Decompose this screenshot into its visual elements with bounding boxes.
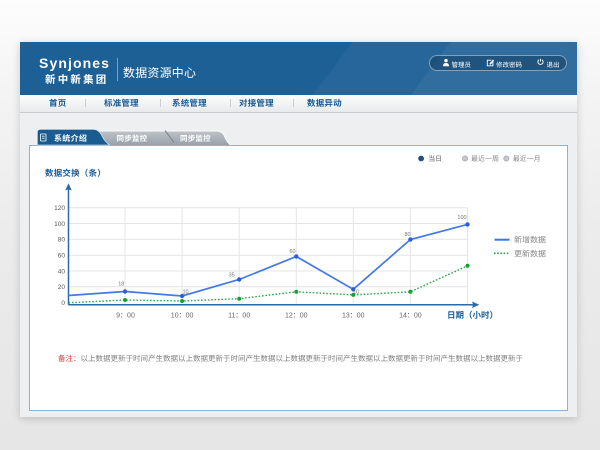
- svg-text:35: 35: [229, 272, 235, 278]
- svg-text:60: 60: [58, 253, 66, 260]
- svg-text:20: 20: [58, 284, 66, 291]
- svg-text:60: 60: [289, 249, 295, 255]
- svg-text:9：00: 9：00: [116, 312, 135, 319]
- svg-text:更新数据: 更新数据: [514, 249, 546, 258]
- svg-text:数据交换（条）: 数据交换（条）: [45, 168, 106, 178]
- svg-text:10：00: 10：00: [171, 312, 194, 319]
- svg-text:18: 18: [118, 282, 124, 288]
- svg-text:100: 100: [54, 221, 65, 228]
- svg-text:120: 120: [54, 205, 65, 212]
- svg-text:80: 80: [404, 232, 410, 238]
- svg-text:100: 100: [457, 215, 466, 221]
- svg-text:14：00: 14：00: [399, 312, 422, 319]
- svg-text:新增数据: 新增数据: [514, 236, 546, 245]
- svg-text:13：00: 13：00: [342, 312, 365, 319]
- svg-text:40: 40: [58, 268, 66, 275]
- svg-text:日期（小时）: 日期（小时）: [447, 310, 498, 320]
- svg-text:0: 0: [61, 300, 65, 307]
- svg-text:10: 10: [182, 290, 188, 296]
- svg-text:11：00: 11：00: [228, 312, 250, 319]
- svg-text:同步监控: 同步监控: [117, 134, 148, 143]
- svg-text:同步监控: 同步监控: [180, 134, 211, 143]
- svg-text:系统介绍: 系统介绍: [54, 134, 87, 143]
- svg-text:10: 10: [353, 290, 359, 296]
- svg-text:80: 80: [58, 237, 66, 244]
- svg-text:12：00: 12：00: [285, 312, 308, 319]
